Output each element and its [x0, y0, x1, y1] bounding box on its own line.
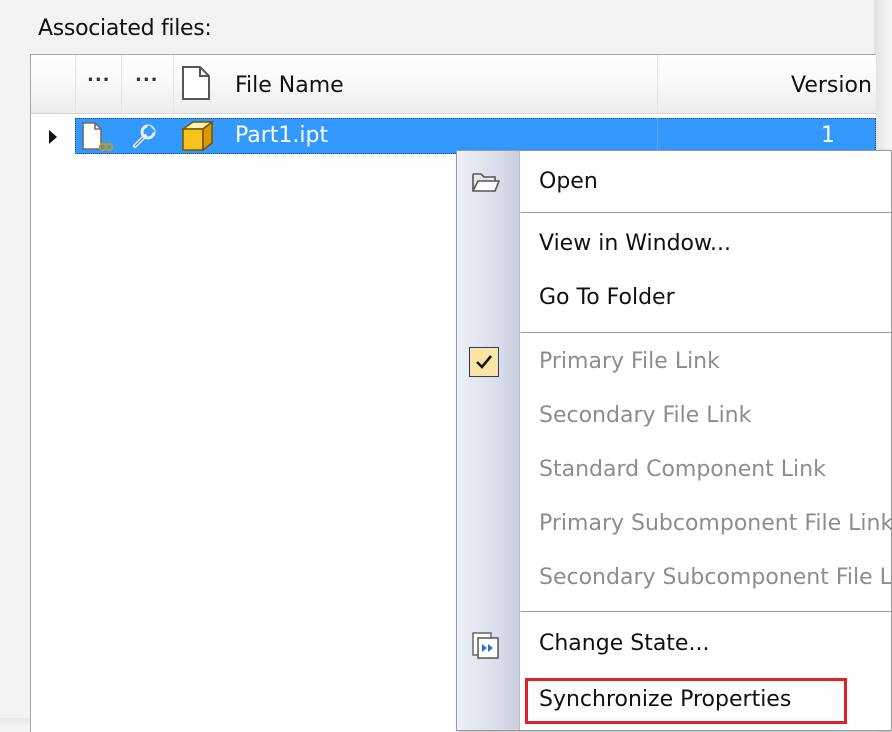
menu-separator	[521, 611, 892, 612]
change-state-icon	[471, 631, 501, 665]
menu-item-primary-subcomponent-link[interactable]: Primary Subcomponent File Link	[457, 499, 892, 551]
menu-separator	[521, 332, 892, 333]
header-row-indicator	[31, 55, 76, 113]
associated-files-label: Associated files:	[38, 16, 212, 41]
context-menu: Open View in Window... Go To Folder Prim…	[456, 150, 892, 731]
header-file-name[interactable]: File Name	[173, 55, 658, 113]
header-col-1[interactable]: ...	[75, 55, 122, 113]
menu-item-open[interactable]: Open	[457, 157, 892, 209]
file-name-cell: Part1.ipt	[235, 123, 329, 148]
grid-header: ... ... File Name Version	[31, 55, 876, 114]
part-cube-icon	[179, 119, 215, 157]
menu-item-change-state[interactable]: Change State...	[457, 619, 892, 671]
menu-item-standard-component-link[interactable]: Standard Component Link	[457, 445, 892, 497]
header-col-2[interactable]: ...	[121, 55, 174, 113]
menu-item-secondary-file-link[interactable]: Secondary File Link	[457, 391, 892, 443]
menu-item-view-in-window[interactable]: View in Window...	[457, 219, 892, 271]
menu-item-primary-file-link[interactable]: Primary File Link	[457, 337, 892, 389]
linked-document-icon	[79, 121, 114, 157]
current-row-arrow-icon	[49, 130, 57, 144]
wrench-icon	[129, 122, 159, 156]
column-divider	[657, 118, 658, 154]
version-cell: 1	[821, 123, 835, 148]
menu-separator	[521, 212, 892, 213]
header-version[interactable]: Version	[657, 55, 876, 113]
open-folder-icon	[471, 169, 501, 199]
menu-item-go-to-folder[interactable]: Go To Folder	[457, 273, 892, 325]
annotation-highlight-box	[525, 678, 847, 724]
menu-item-secondary-subcomponent-link[interactable]: Secondary Subcomponent File Link	[457, 553, 892, 605]
